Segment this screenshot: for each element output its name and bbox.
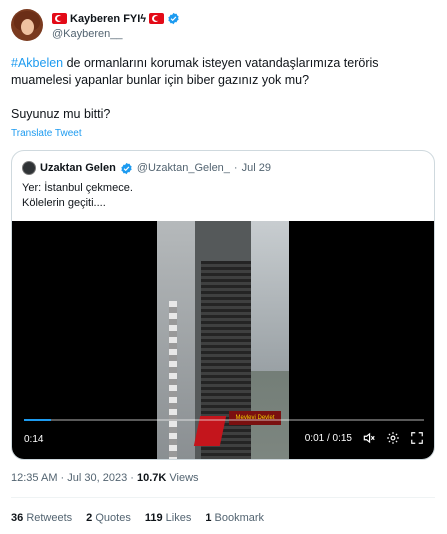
hashtag-link[interactable]: #Akbelen	[11, 56, 63, 70]
volume-muted-icon[interactable]	[362, 431, 376, 445]
quotes-count: 2	[86, 512, 93, 524]
bookmarks-label: Bookmark	[214, 512, 265, 524]
video-time-position: 0:01 / 0:15	[304, 432, 352, 444]
likes-count: 119	[144, 512, 163, 524]
tweet-body-line2: Suyunuz mu bitti?	[11, 107, 111, 121]
quoted-tweet[interactable]: Uzaktan Gelen @Uzaktan_Gelen_ · Jul 29 Y…	[11, 150, 435, 460]
quote-author-handle: @Uzaktan_Gelen_	[136, 162, 230, 174]
author-name[interactable]: Kayberen FYIϟ	[70, 13, 146, 25]
retweets-count: 36	[11, 512, 24, 524]
tweet-body: de ormanlarını korumak isteyen vatandaşl…	[11, 56, 379, 87]
video-progress-bar[interactable]	[24, 419, 424, 421]
turkey-flag-icon	[52, 13, 67, 24]
quote-author-name: Uzaktan Gelen	[40, 162, 116, 174]
tweet-timestamp[interactable]: 12:35 AM · Jul 30, 2023 ·	[11, 472, 137, 484]
fullscreen-icon[interactable]	[410, 431, 424, 445]
tweet-meta: 12:35 AM · Jul 30, 2023 · 10.7K Views	[11, 472, 199, 484]
translate-tweet-link[interactable]: Translate Tweet	[11, 128, 82, 139]
bookmarks-stat[interactable]: 1 Bookmark	[205, 512, 264, 524]
views-label: Views	[166, 472, 199, 484]
author-line: Kayberen FYIϟ	[52, 12, 180, 25]
quote-line-2: Kölelerin geçiti....	[22, 197, 106, 209]
video-time-remaining: 0:14	[24, 434, 44, 445]
settings-gear-icon[interactable]	[386, 431, 400, 445]
video-banner: Mevlevi Devlet	[229, 411, 281, 425]
verified-badge-icon	[121, 162, 132, 174]
likes-label: Likes	[165, 512, 192, 524]
author-handle[interactable]: @Kayberen__	[52, 28, 123, 40]
video-building-left	[157, 221, 197, 459]
video-frame: Mevlevi Devlet	[157, 221, 289, 459]
engagement-stats: 36 Retweets 2 Quotes 119 Likes 1 Bookmar…	[11, 512, 264, 524]
quote-text: Yer: İstanbul çekmece. Kölelerin geçiti.…	[22, 181, 133, 211]
turkey-flag-icon	[149, 13, 165, 24]
video-controls: 0:01 / 0:15	[305, 431, 424, 445]
bookmarks-count: 1	[205, 512, 212, 524]
video-progress-fill	[24, 419, 51, 421]
divider	[11, 497, 435, 498]
quotes-stat[interactable]: 2 Quotes	[86, 512, 131, 524]
verified-badge-icon	[168, 12, 179, 25]
video-player[interactable]: Mevlevi Devlet 0:14 0:01 / 0:15	[12, 221, 434, 459]
avatar-face	[21, 19, 34, 35]
video-building-right	[247, 221, 289, 371]
avatar[interactable]	[11, 9, 43, 41]
separator-dot: ·	[233, 162, 238, 174]
quote-line-1: Yer: İstanbul çekmece.	[22, 182, 133, 194]
quote-avatar	[22, 161, 36, 175]
likes-stat[interactable]: 119 Likes	[145, 512, 192, 524]
quotes-label: Quotes	[95, 512, 131, 524]
retweets-stat[interactable]: 36 Retweets	[11, 512, 72, 524]
quote-date: Jul 29	[241, 162, 271, 174]
retweets-label: Retweets	[26, 512, 73, 524]
quote-header: Uzaktan Gelen @Uzaktan_Gelen_ · Jul 29	[22, 161, 271, 175]
views-count: 10.7K	[136, 472, 167, 484]
video-railing	[169, 301, 177, 459]
